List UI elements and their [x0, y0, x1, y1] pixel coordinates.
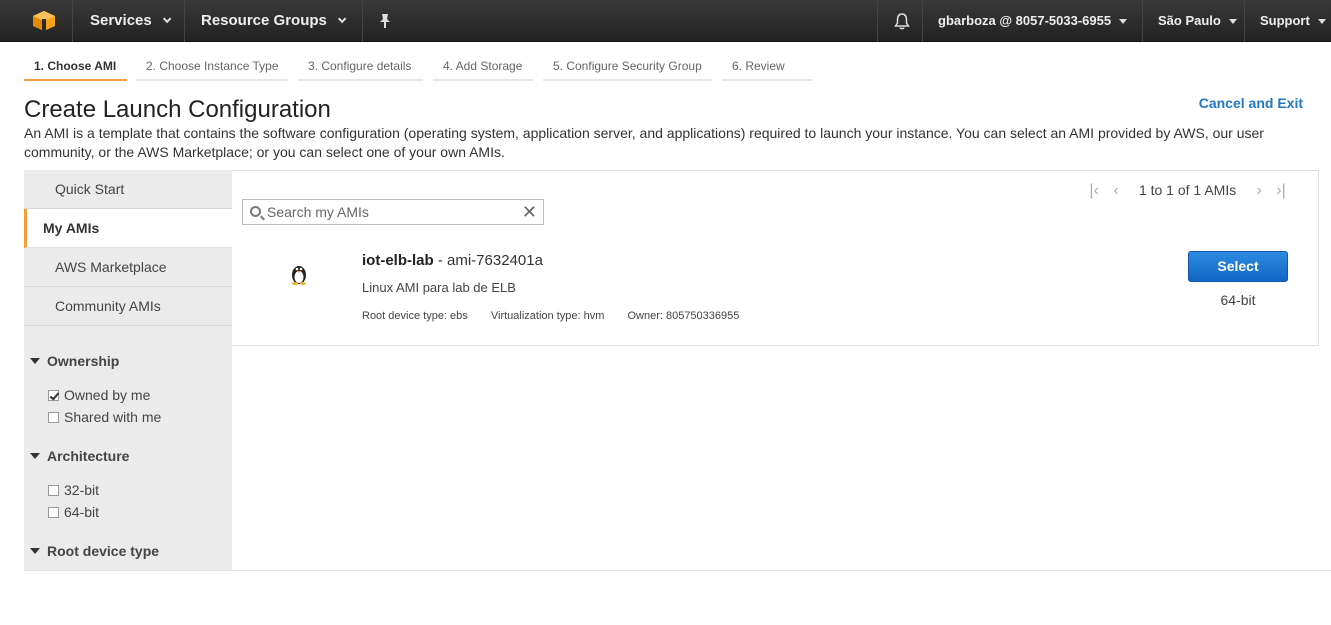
pagination: |‹ ‹ 1 to 1 of 1 AMIs › ›| — [1085, 182, 1290, 202]
tab-community-amis[interactable]: Community AMIs — [24, 287, 232, 326]
region-menu[interactable]: São Paulo — [1158, 0, 1237, 42]
chevron-down-icon — [162, 14, 172, 24]
owned-by-me-option[interactable]: Owned by me — [48, 387, 150, 403]
step-review[interactable]: 6. Review — [722, 55, 812, 81]
pin-icon[interactable] — [378, 0, 392, 42]
ami-id: - ami-7632401a — [433, 252, 543, 269]
caret-down-icon — [1228, 19, 1237, 25]
arch-64bit-label: 64-bit — [64, 504, 100, 520]
first-page-icon[interactable]: |‹ — [1085, 182, 1103, 200]
services-menu[interactable]: Services — [90, 0, 172, 42]
shared-with-me-label: Shared with me — [64, 409, 162, 425]
select-ami-button[interactable]: Select — [1188, 251, 1288, 282]
aws-cube-icon[interactable] — [32, 10, 56, 32]
step-choose-instance-type[interactable]: 2. Choose Instance Type — [136, 55, 288, 81]
ami-name: iot-elb-lab — [362, 252, 434, 269]
resource-groups-menu[interactable]: Resource Groups — [201, 0, 347, 42]
step-configure-security-group[interactable]: 5. Configure Security Group — [543, 55, 712, 81]
triangle-down-icon — [30, 358, 40, 364]
tab-quick-start[interactable]: Quick Start — [24, 170, 232, 209]
clear-icon[interactable]: ✕ — [522, 203, 537, 221]
caret-down-icon — [1317, 19, 1326, 25]
ami-title: iot-elb-lab - ami-7632401a — [362, 252, 543, 269]
shared-with-me-option[interactable]: Shared with me — [48, 409, 161, 425]
search-input[interactable] — [267, 202, 517, 222]
triangle-down-icon — [30, 453, 40, 459]
search-box: ✕ — [242, 199, 544, 225]
page-title: Create Launch Configuration — [24, 96, 331, 123]
next-page-icon[interactable]: › — [1250, 182, 1268, 200]
ami-source-sidebar: Quick Start My AMIs AWS Marketplace Comm… — [24, 170, 232, 570]
tab-aws-marketplace[interactable]: AWS Marketplace — [24, 248, 232, 287]
pagination-text: 1 to 1 of 1 AMIs — [1138, 182, 1237, 198]
tab-my-amis[interactable]: My AMIs — [24, 209, 232, 248]
shared-with-me-checkbox[interactable] — [48, 412, 59, 423]
ami-root-device: Root device type: ebs — [362, 310, 468, 322]
support-label: Support — [1260, 13, 1310, 28]
root-device-title: Root device type — [47, 543, 160, 559]
divider — [24, 570, 1331, 571]
ami-description: Linux AMI para lab de ELB — [362, 280, 516, 295]
prev-page-icon[interactable]: ‹ — [1107, 182, 1125, 200]
ami-architecture: 64-bit — [1220, 292, 1256, 308]
caret-down-icon — [1119, 19, 1128, 25]
resource-groups-label: Resource Groups — [201, 12, 327, 29]
architecture-title: Architecture — [47, 448, 130, 464]
ami-virtualization: Virtualization type: hvm — [490, 310, 605, 322]
ownership-filter-header[interactable]: Ownership — [30, 353, 119, 369]
ami-owner: Owner: 805750336955 — [627, 310, 740, 322]
region-label: São Paulo — [1158, 13, 1221, 28]
ownership-title: Ownership — [47, 353, 120, 369]
top-navigation-bar: Services Resource Groups gbarboza @ 8057… — [0, 0, 1331, 42]
search-icon — [250, 206, 261, 217]
arch-64bit-checkbox[interactable] — [48, 507, 59, 518]
owned-by-me-label: Owned by me — [64, 387, 151, 403]
ami-metadata: Root device type: ebs Virtualization typ… — [362, 310, 759, 322]
account-menu[interactable]: gbarboza @ 8057-5033-6955 — [938, 0, 1128, 42]
bell-icon[interactable] — [893, 0, 911, 42]
last-page-icon[interactable]: ›| — [1272, 182, 1290, 200]
step-add-storage[interactable]: 4. Add Storage — [433, 55, 533, 81]
root-device-filter-header[interactable]: Root device type — [30, 543, 159, 559]
arch-32bit-label: 32-bit — [64, 482, 100, 498]
step-choose-ami[interactable]: 1. Choose AMI — [24, 55, 127, 81]
page-description: An AMI is a template that contains the s… — [24, 125, 1264, 160]
cancel-and-exit-link[interactable]: Cancel and Exit — [1199, 95, 1303, 111]
ami-results-panel: ✕ |‹ ‹ 1 to 1 of 1 AMIs › ›| iot-elb-lab… — [232, 170, 1319, 346]
triangle-down-icon — [30, 548, 40, 554]
account-label: gbarboza @ 8057-5033-6955 — [938, 13, 1112, 28]
architecture-filter-header[interactable]: Architecture — [30, 448, 129, 464]
services-label: Services — [90, 12, 152, 29]
linux-penguin-icon — [290, 263, 308, 291]
owned-by-me-checkbox[interactable] — [48, 390, 59, 401]
support-menu[interactable]: Support — [1260, 0, 1326, 42]
chevron-down-icon — [337, 14, 347, 24]
arch-32bit-checkbox[interactable] — [48, 485, 59, 496]
arch-32bit-option[interactable]: 32-bit — [48, 482, 99, 498]
step-configure-details[interactable]: 3. Configure details — [298, 55, 423, 81]
arch-64bit-option[interactable]: 64-bit — [48, 504, 99, 520]
